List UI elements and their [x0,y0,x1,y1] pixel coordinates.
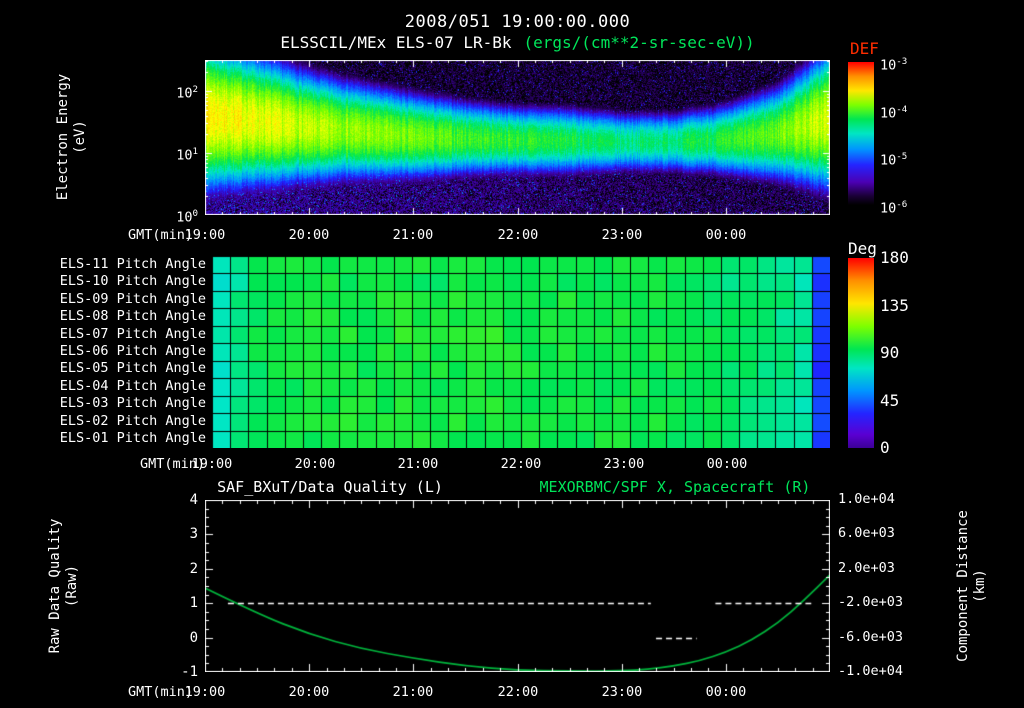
pitch-row-label: ELS-04 Pitch Angle [59,378,206,394]
time-tick: 23:00 [601,227,643,243]
page-subtitle: ELSSCIL/MEx ELS-07 LR-Bk (ergs/(cm**2-sr-… [105,34,930,52]
bottom-left-title: SAF_BXuT/Data Quality (L) [217,478,443,496]
pitch-row-label: ELS-01 Pitch Angle [59,430,206,446]
time-tick: 20:00 [294,456,336,472]
quality-distance-canvas [205,500,830,672]
time-tick: 21:00 [392,684,434,700]
pitch-row-label: ELS-09 Pitch Angle [59,291,206,307]
time-tick: 22:00 [497,227,539,243]
quality-tick: 1 [189,595,198,611]
time-tick: 19:00 [191,456,233,472]
pitch-row-label: ELS-08 Pitch Angle [59,308,206,324]
def-tick-1e-4: 10-4 [880,104,908,122]
deg-tick-0: 0 [880,438,890,457]
bottom-right-title: MEXORBMC/SPF X, Spacecraft (R) [539,478,811,496]
spectrogram-y-axis-title: Electron Energy (eV) [55,74,89,200]
deg-tick-90: 90 [880,343,900,362]
page-title: 2008/051 19:00:00.000 [404,12,631,32]
deg-colorbar-title: Deg [848,239,877,258]
time-tick: 20:00 [288,684,330,700]
quality-tick: 2 [189,561,198,577]
deg-tick-180: 180 [880,248,909,267]
units-label: (ergs/(cm**2-sr-sec-eV)) [523,33,755,52]
time-tick: 00:00 [705,684,747,700]
time-tick: 00:00 [706,456,748,472]
quality-tick: 3 [189,526,198,542]
time-tick: 00:00 [705,227,747,243]
def-tick-1e-6: 10-6 [880,199,908,217]
pitch-row-label: ELS-10 Pitch Angle [59,273,206,289]
energy-tick-10: 101 [176,146,198,164]
pitch-row-label: ELS-06 Pitch Angle [59,343,206,359]
distance-tick: 6.0e+03 [838,525,895,541]
energy-tick-100: 102 [176,84,198,102]
time-tick: 21:00 [397,456,439,472]
pitch-angle-canvas [212,256,830,448]
time-tick: 19:00 [184,684,226,700]
def-tick-1e-3: 10-3 [880,56,908,74]
y-axis-title-line1: Electron Energy [55,73,71,201]
time-tick: 23:00 [601,684,643,700]
deg-colorbar [848,258,874,448]
time-tick: 23:00 [603,456,645,472]
deg-tick-135: 135 [880,296,909,315]
electron-spectrogram-canvas [205,60,830,215]
time-tick: 20:00 [288,227,330,243]
plot-page: 2008/051 19:00:00.000 ELSSCIL/MEx ELS-07… [0,0,1024,708]
distance-tick: -1.0e+04 [838,663,904,679]
bottom-right-axis-title: Component Distance (km) [955,510,988,662]
pitch-row-label: ELS-11 Pitch Angle [59,256,206,272]
distance-tick: 2.0e+03 [838,560,895,576]
energy-tick-1: 100 [176,208,198,226]
quality-tick: -1 [181,664,198,680]
def-tick-1e-5: 10-5 [880,151,908,169]
pitch-row-label: ELS-05 Pitch Angle [59,360,206,376]
time-tick: 22:00 [500,456,542,472]
pitch-row-label: ELS-07 Pitch Angle [59,326,206,342]
time-tick: 21:00 [392,227,434,243]
distance-tick: 1.0e+04 [838,491,895,507]
time-tick: 19:00 [184,227,226,243]
pitch-row-label: ELS-02 Pitch Angle [59,413,206,429]
time-tick: 22:00 [497,684,539,700]
def-colorbar [848,62,874,205]
bottom-left-axis-title: Raw Data Quality (Raw) [47,518,80,654]
distance-tick: -2.0e+03 [838,594,904,610]
y-axis-title-line2: (eV) [72,120,88,154]
quality-tick: 4 [189,492,198,508]
pitch-row-label: ELS-03 Pitch Angle [59,395,206,411]
deg-tick-45: 45 [880,391,900,410]
instrument-label: ELSSCIL/MEx ELS-07 LR-Bk [280,33,512,52]
distance-tick: -6.0e+03 [838,629,904,645]
quality-tick: 0 [189,630,198,646]
def-colorbar-title: DEF [850,39,879,58]
